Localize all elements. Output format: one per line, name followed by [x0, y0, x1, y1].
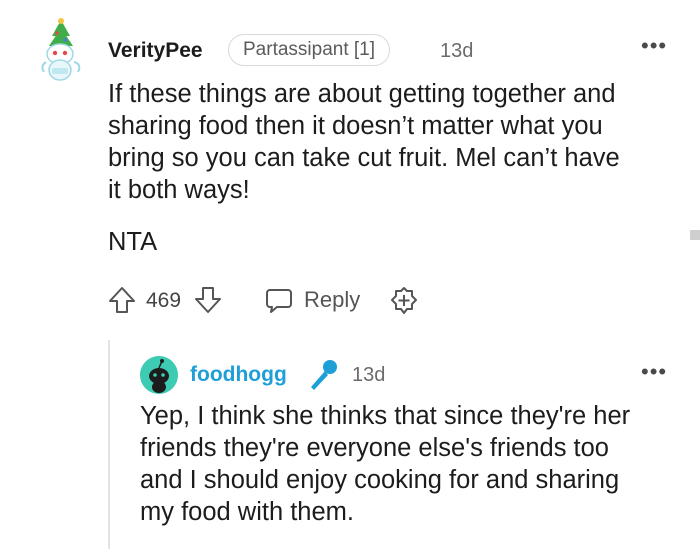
comment-verdict: NTA [108, 228, 158, 256]
upvote-arrow-icon[interactable] [107, 285, 137, 315]
comment-timestamp[interactable]: 13d [440, 36, 473, 66]
reply-body-line: Yep, I think she thinks that since they'… [140, 402, 631, 430]
award-plus-icon[interactable] [389, 286, 419, 316]
comment-body: If these things are about getting togeth… [108, 78, 678, 206]
snoo-avatar-icon[interactable] [140, 356, 178, 394]
reply-button[interactable]: Reply [264, 283, 360, 317]
comment-body-line: bring so you can take cut fruit. Mel can… [108, 144, 620, 172]
reply-body: Yep, I think she thinks that since they'… [140, 400, 685, 528]
more-options-icon[interactable]: ••• [641, 360, 667, 384]
microphone-icon [311, 360, 337, 390]
scrollbar-thumb[interactable] [690, 230, 700, 240]
user-flair-badge: Partassipant [1] [228, 34, 391, 66]
reply-label: Reply [304, 287, 361, 312]
comment-body-line: sharing food then it doesn’t matter what… [108, 112, 603, 140]
snoo-avatar-icon[interactable] [38, 18, 84, 82]
speech-bubble-icon [266, 289, 292, 313]
thread-line[interactable] [108, 340, 110, 549]
reply-username[interactable]: foodhogg [190, 360, 287, 390]
downvote-arrow-icon[interactable] [193, 285, 223, 315]
comment-body-line: If these things are about getting togeth… [108, 80, 616, 108]
reply-body-line: my food with them. [140, 498, 354, 526]
vote-count: 469 [146, 289, 182, 312]
reply-timestamp[interactable]: 13d [352, 360, 385, 390]
comment-body-line: it both ways! [108, 176, 250, 204]
comment-username[interactable]: VerityPee [108, 36, 203, 66]
reply-body-line: friends they're everyone else's friends … [140, 434, 609, 462]
more-options-icon[interactable]: ••• [641, 34, 667, 58]
reply-body-line: and I should enjoy cooking for and shari… [140, 466, 620, 494]
